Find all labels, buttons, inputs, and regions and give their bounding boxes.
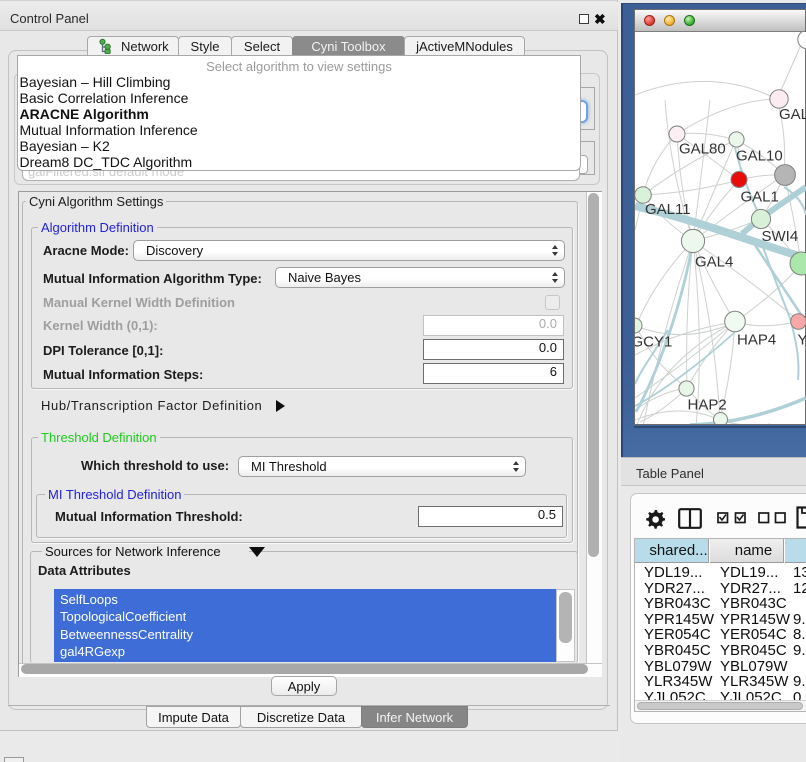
svg-text:GAL11: GAL11 — [645, 201, 691, 218]
svg-text:SWI4: SWI4 — [762, 228, 799, 245]
svg-text:HAP2: HAP2 — [688, 397, 727, 414]
svg-text:GAL7: GAL7 — [779, 106, 806, 123]
svg-text:GAL10: GAL10 — [736, 148, 783, 165]
svg-text:GAL1: GAL1 — [741, 189, 779, 206]
svg-text:GAL80: GAL80 — [679, 141, 726, 158]
svg-text:Y: Y — [798, 332, 806, 349]
svg-text:HAP4: HAP4 — [737, 332, 776, 349]
svg-text:GCY1: GCY1 — [635, 334, 672, 351]
svg-text:GAL4: GAL4 — [695, 254, 733, 271]
